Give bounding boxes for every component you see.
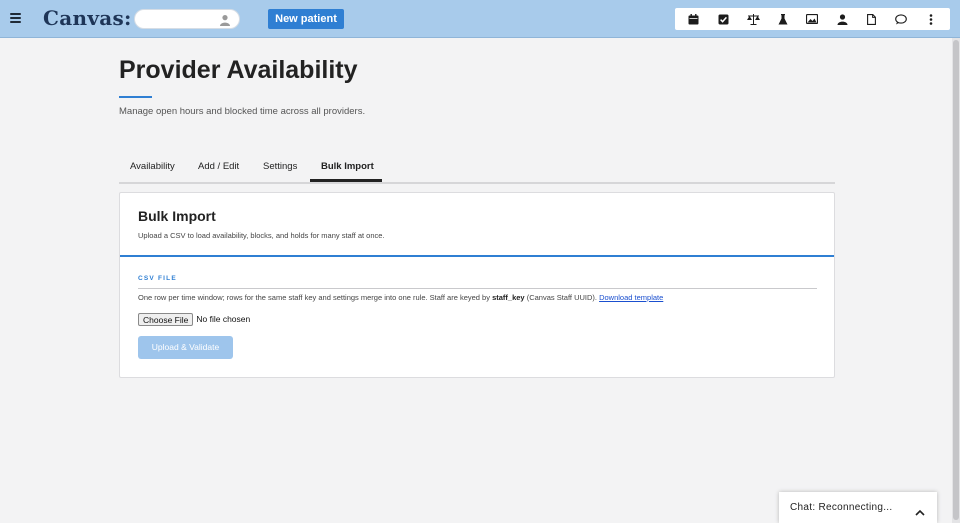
hamburger-icon[interactable] <box>10 13 21 23</box>
document-icon[interactable] <box>863 10 881 28</box>
page-scrollbar[interactable] <box>952 38 960 523</box>
scrollbar-thumb[interactable] <box>953 40 959 520</box>
tab-bar: Availability Add / Edit Settings Bulk Im… <box>119 154 835 184</box>
person-icon <box>219 13 231 31</box>
csv-help-text: One row per time window; rows for the sa… <box>138 293 663 302</box>
flask-icon[interactable] <box>774 10 792 28</box>
card-divider <box>120 255 834 257</box>
active-tab-indicator <box>310 179 382 182</box>
help-suffix: (Canvas Staff UUID). <box>524 293 600 302</box>
top-bar: Canvas: New patient <box>0 0 960 38</box>
section-divider <box>138 288 817 289</box>
chevron-up-icon[interactable] <box>915 503 925 521</box>
help-prefix: One row per time window; rows for the sa… <box>138 293 493 302</box>
tab-add-edit[interactable]: Add / Edit <box>198 161 239 172</box>
app-logo[interactable]: Canvas: <box>43 6 132 30</box>
chat-status-label: Chat: Reconnecting... <box>790 502 893 513</box>
page-subtitle: Manage open hours and blocked time acros… <box>119 106 366 117</box>
file-input[interactable]: Choose File No file chosen <box>138 312 250 326</box>
chat-bubble-icon[interactable] <box>892 10 910 28</box>
page-title: Provider Availability <box>119 56 358 84</box>
download-template-link[interactable]: Download template <box>599 293 663 302</box>
image-icon[interactable] <box>803 10 821 28</box>
tab-availability[interactable]: Availability <box>130 161 175 172</box>
more-vertical-icon[interactable] <box>922 10 940 28</box>
checkbox-icon[interactable] <box>714 10 732 28</box>
chat-widget[interactable]: Chat: Reconnecting... <box>779 492 937 523</box>
bulk-import-card: Bulk Import Upload a CSV to load availab… <box>119 192 835 378</box>
file-status-text: No file chosen <box>196 314 251 324</box>
card-title: Bulk Import <box>138 208 216 224</box>
tab-settings[interactable]: Settings <box>263 161 297 172</box>
global-toolbar <box>675 8 950 30</box>
upload-validate-button[interactable]: Upload & Validate <box>138 336 233 359</box>
new-patient-button[interactable]: New patient <box>268 9 344 29</box>
card-subtitle: Upload a CSV to load availability, block… <box>138 231 385 240</box>
csv-file-section-label: CSV FILE <box>138 275 177 282</box>
title-accent-underline <box>119 96 152 98</box>
scales-icon[interactable] <box>744 10 762 28</box>
choose-file-button[interactable]: Choose File <box>138 312 194 326</box>
patient-search-input[interactable] <box>134 9 240 29</box>
user-icon[interactable] <box>833 10 851 28</box>
calendar-icon[interactable] <box>685 10 703 28</box>
help-staff-key: staff_key <box>492 293 525 302</box>
tab-bulk-import[interactable]: Bulk Import <box>321 161 374 172</box>
